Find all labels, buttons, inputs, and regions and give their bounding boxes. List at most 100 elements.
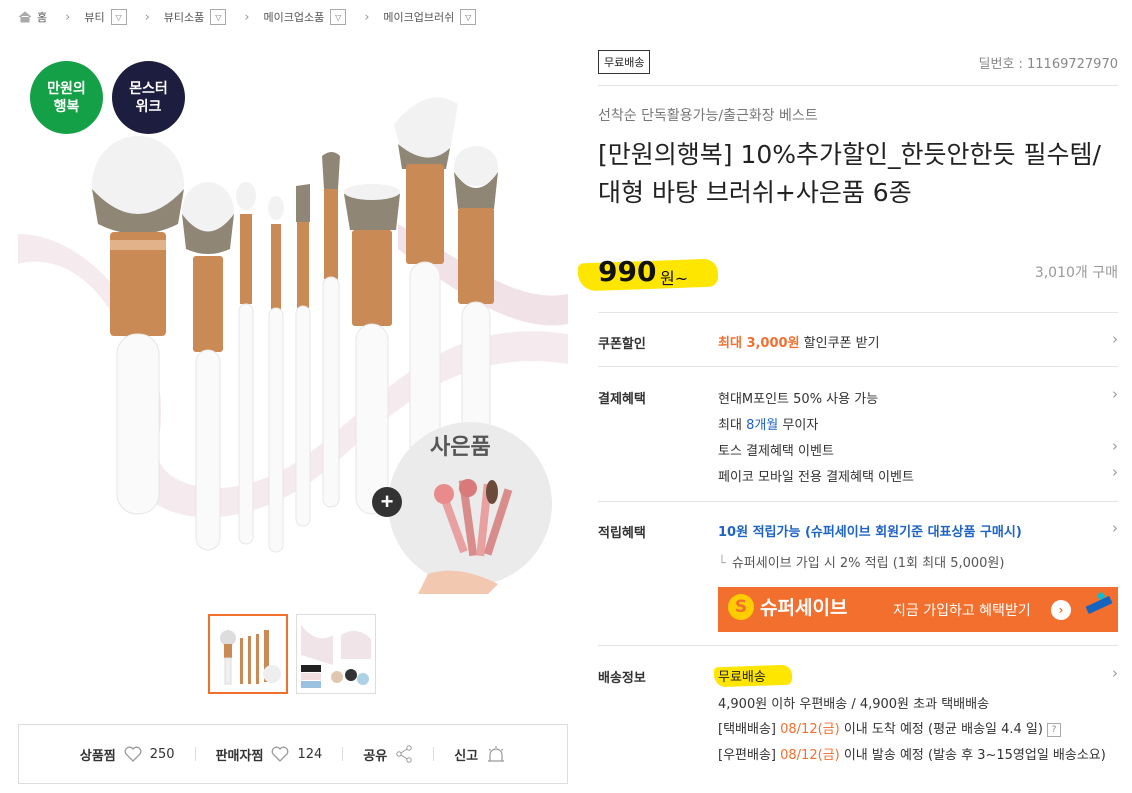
coupon-action: 할인쿠폰 받기 (799, 336, 880, 351)
shipping-line-1: 4,900원 이하 우편배송 / 4,900원 초과 택배배송 (718, 697, 990, 712)
brush-set-illustration: + (18, 97, 568, 594)
supersave-banner[interactable]: S 슈퍼세이브 지금 가입하고 혜택받기 › (718, 587, 1118, 632)
thumbnail-image (210, 616, 286, 692)
coupon-text: 최대 3,000원 할인쿠폰 받기 (718, 332, 880, 351)
breadcrumb: 홈 › 뷰티 ▽ › 뷰티소품 ▽ › 메이크업소품 ▽ › 메이크업브러쉬 ▽ (18, 6, 477, 28)
help-icon[interactable]: ? (1046, 722, 1061, 737)
arrow-right-icon: › (1051, 600, 1071, 620)
price-unit: 원~ (660, 269, 689, 288)
shipping-free-highlight: 무료배송 (713, 663, 794, 688)
product-action-bar: 상품찜 250 판매자찜 124 공유 신고 (18, 724, 568, 784)
sold-count: 3,010개 구매 (1034, 265, 1118, 281)
thumbnail-1[interactable] (208, 614, 288, 694)
supersave-s-icon: S (728, 593, 754, 620)
breadcrumb-item-2[interactable]: 뷰티소품 ▽ (163, 9, 227, 25)
thumbnail-list (208, 614, 376, 694)
promo-badge-happiness: 만원의 행복 (30, 61, 103, 134)
installment-months: 8개월 (746, 418, 779, 433)
chevron-down-icon[interactable]: ▽ (110, 9, 127, 25)
svg-text:+: + (381, 489, 394, 514)
breadcrumb-item-label: 뷰티 (84, 11, 105, 24)
chevron-right-icon[interactable]: › (1112, 385, 1118, 403)
sub-item-icon: └ (718, 556, 726, 571)
seller-wish-count: 124 (297, 746, 323, 762)
payment-line-hyundai[interactable]: 현대M포인트 50% 사용 가능 (718, 388, 878, 407)
price-value: 990 (598, 255, 657, 288)
chevron-right-icon[interactable]: › (1112, 463, 1118, 481)
divider (598, 366, 1118, 367)
payment-line-installment: 최대 8개월 무이자 (718, 414, 818, 433)
breadcrumb-item-label: 메이크업브러쉬 (383, 11, 455, 24)
divider (598, 85, 1118, 86)
supersave-logo-text: 슈퍼세이브 (760, 597, 848, 619)
product-main-image[interactable]: + 만원의 행복 몬스터 위크 사은품 (18, 44, 568, 594)
shipping-label: 배송정보 (598, 671, 646, 686)
breadcrumb-item-label: 뷰티소품 (163, 11, 205, 24)
home-icon (18, 11, 32, 23)
payment-label: 결제혜택 (598, 392, 646, 407)
promo-badge-monster: 몬스터 위크 (112, 61, 185, 134)
shipping-detail: 이내 발송 예정 (발송 후 3~15영업일 배송소요) (839, 748, 1106, 763)
chevron-right-icon: › (144, 9, 150, 25)
wish-label: 상품찜 (79, 748, 116, 764)
breadcrumb-home-label: 홈 (37, 11, 48, 24)
shipping-free-text: 무료배송 (718, 670, 766, 685)
thumbnail-image (297, 615, 375, 693)
breadcrumb-item-4[interactable]: 메이크업브러쉬 ▽ (383, 9, 477, 25)
payment-line-toss[interactable]: 토스 결제혜택 이벤트 (718, 440, 834, 459)
chevron-right-icon[interactable]: › (1112, 664, 1118, 682)
thumbnail-2[interactable] (296, 614, 376, 694)
points-main[interactable]: 10원 적립가능 (슈퍼세이브 회원기준 대표상품 구매시) (718, 521, 1022, 540)
chevron-right-icon[interactable]: › (1112, 437, 1118, 455)
gift-label: 사은품 (430, 435, 491, 460)
breadcrumb-home[interactable]: 홈 (18, 9, 47, 25)
chevron-down-icon[interactable]: ▽ (460, 9, 477, 25)
wish-count: 250 (149, 746, 175, 762)
siren-icon (488, 746, 505, 762)
points-label: 적립혜택 (598, 526, 646, 541)
supersave-cta: 지금 가입하고 혜택받기 (893, 603, 1031, 619)
coupon-amount: 최대 3,000원 (718, 336, 800, 351)
chevron-right-icon: › (244, 9, 250, 25)
heart-icon (272, 746, 289, 762)
chevron-right-icon: › (364, 9, 370, 25)
chevron-right-icon[interactable]: › (1112, 330, 1118, 348)
share-icon (396, 745, 412, 763)
divider (598, 645, 1118, 646)
promo-badge-label: 만원의 행복 (47, 80, 86, 115)
installment-post: 무이자 (778, 418, 819, 433)
chevron-down-icon[interactable]: ▽ (330, 9, 347, 25)
shipping-detail: 이내 도착 예정 (평균 배송일 4.4 일) (839, 722, 1043, 737)
wish-button[interactable]: 상품찜 250 (60, 745, 195, 764)
product-subtitle: 선착순 단독활용가능/출근화장 베스트 (598, 108, 818, 124)
heart-icon (124, 746, 142, 762)
share-button[interactable]: 공유 (343, 745, 433, 764)
shipping-method: [우편배송] (718, 748, 781, 763)
seller-wish-label: 판매자찜 (215, 748, 264, 764)
supersave-logo: S 슈퍼세이브 (728, 593, 847, 620)
shipping-date: 08/12(금) (780, 748, 840, 763)
points-sub-text: 슈퍼세이브 가입 시 2% 적립 (1회 최대 5,000원) (731, 556, 1005, 571)
coupon-label: 쿠폰할인 (598, 337, 646, 352)
deal-number: 딜번호 : 11169727970 (978, 57, 1118, 72)
payment-line-payco[interactable]: 페이코 모바일 전용 결제혜택 이벤트 (718, 466, 914, 485)
divider (598, 501, 1118, 502)
report-label: 신고 (454, 748, 479, 764)
product-title: [만원의행복] 10%추가할인_한듯안한듯 필수템/대형 바탕 브러쉬+사은품 … (598, 140, 1101, 207)
share-label: 공유 (363, 748, 388, 764)
report-button[interactable]: 신고 (434, 745, 526, 764)
divider (598, 312, 1118, 313)
chevron-right-icon[interactable]: › (1112, 519, 1118, 537)
shipping-date: 08/12(금) (780, 722, 840, 737)
breadcrumb-item-label: 메이크업소품 (263, 11, 325, 24)
free-shipping-tag: 무료배송 (598, 50, 651, 74)
breadcrumb-item-1[interactable]: 뷰티 ▽ (84, 9, 127, 25)
chevron-down-icon[interactable]: ▽ (210, 9, 227, 25)
chevron-right-icon: › (65, 9, 71, 25)
shipping-line-3: [우편배송] 08/12(금) 이내 발송 예정 (발송 후 3~15영업일 배… (718, 744, 1118, 768)
installment-pre: 최대 (718, 418, 747, 433)
shipping-method: [택배배송] (718, 722, 781, 737)
price-block: 990 원~ (577, 255, 719, 292)
breadcrumb-item-3[interactable]: 메이크업소품 ▽ (263, 9, 347, 25)
seller-wish-button[interactable]: 판매자찜 124 (196, 745, 343, 764)
